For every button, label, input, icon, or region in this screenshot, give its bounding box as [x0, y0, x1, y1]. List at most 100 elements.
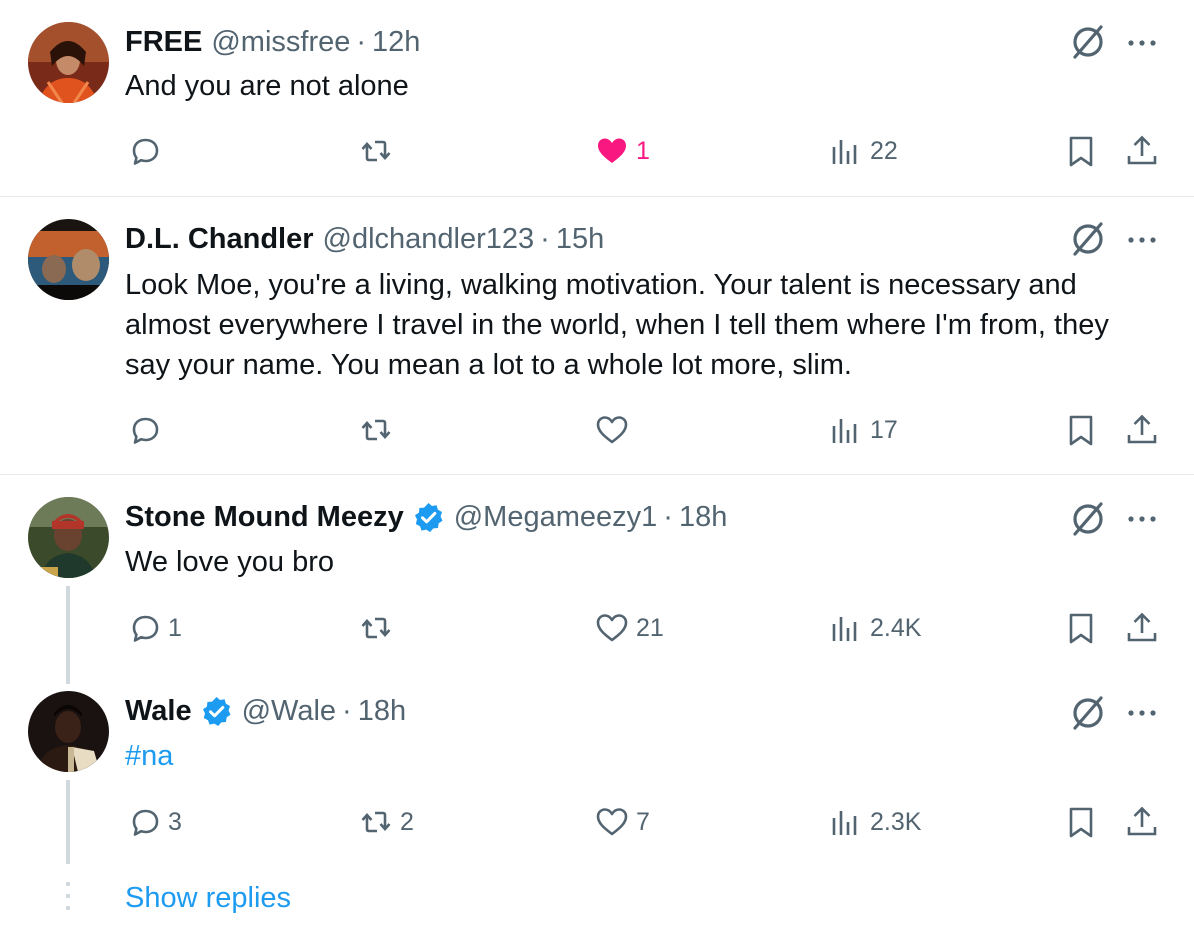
- tweet-free[interactable]: FREE @missfree · 12h And you are not alo…: [0, 0, 1194, 196]
- like-button[interactable]: 7: [594, 802, 650, 842]
- author-handle[interactable]: @dlchandler123: [323, 219, 535, 259]
- bar-chart-icon: [832, 140, 857, 164]
- more-options-icon[interactable]: [1124, 509, 1160, 529]
- bookmark-button[interactable]: [1063, 410, 1099, 450]
- reply-count: 3: [168, 807, 182, 836]
- retweet-arrows-icon: [361, 419, 391, 441]
- grok-icon[interactable]: [1068, 22, 1108, 62]
- tweet-actions: 1 21 2.4K: [0, 608, 1194, 648]
- share-button[interactable]: [1124, 608, 1160, 648]
- bar-chart-icon: [832, 617, 857, 641]
- tweet-text: Look Moe, you're a living, walking motiv…: [125, 269, 1109, 381]
- like-count: 1: [636, 136, 650, 165]
- heart-icon: [598, 138, 626, 163]
- bookmark-icon: [1069, 807, 1093, 838]
- heart-icon: [596, 808, 628, 836]
- grok-icon[interactable]: [1068, 693, 1108, 733]
- bookmark-button[interactable]: [1063, 802, 1099, 842]
- tweet-time[interactable]: 12h: [372, 22, 420, 62]
- tweet-header: Stone Mound Meezy @Megameezy1 · 18h: [125, 497, 727, 537]
- author-name[interactable]: Wale: [125, 691, 192, 731]
- thread-continuation: [66, 882, 70, 918]
- like-button[interactable]: [594, 410, 636, 450]
- tweet-header: D.L. Chandler @dlchandler123 · 15h: [125, 219, 604, 259]
- views-count: 22: [870, 136, 898, 165]
- separator-dot: ·: [356, 26, 367, 58]
- reply-button[interactable]: [126, 131, 168, 171]
- bookmark-button[interactable]: [1063, 608, 1099, 648]
- views-button[interactable]: 22: [828, 131, 898, 171]
- tweet-text: And you are not alone: [125, 70, 409, 102]
- retweet-button[interactable]: [358, 410, 400, 450]
- share-upload-icon: [1127, 612, 1157, 642]
- share-button[interactable]: [1124, 802, 1160, 842]
- retweet-arrows-icon: [361, 617, 391, 639]
- author-name[interactable]: Stone Mound Meezy: [125, 497, 404, 537]
- views-button[interactable]: 2.3K: [828, 802, 921, 842]
- tweet-time[interactable]: 15h: [556, 219, 604, 259]
- separator-dot: ·: [342, 695, 352, 727]
- bookmark-button[interactable]: [1063, 131, 1099, 171]
- separator-dot: ·: [540, 223, 550, 255]
- avatar[interactable]: [28, 691, 109, 772]
- retweet-button[interactable]: [358, 608, 400, 648]
- like-count: 21: [636, 613, 664, 642]
- speech-bubble-icon: [132, 615, 159, 642]
- views-button[interactable]: 2.4K: [828, 608, 921, 648]
- hashtag-link[interactable]: #na: [125, 736, 1155, 776]
- tweet-actions: 1 22: [0, 131, 1194, 171]
- tweet-dlchandler[interactable]: D.L. Chandler @dlchandler123 · 15h Look …: [0, 197, 1194, 473]
- heart-icon: [596, 416, 628, 444]
- share-button[interactable]: [1124, 410, 1160, 450]
- tweet-time[interactable]: 18h: [679, 497, 727, 537]
- retweet-button[interactable]: [358, 131, 400, 171]
- retweet-count: 2: [400, 807, 414, 836]
- verified-badge-icon: [412, 501, 445, 534]
- tweet-text: We love you bro: [125, 546, 335, 578]
- bookmark-icon: [1069, 613, 1093, 644]
- views-count: 17: [870, 415, 898, 444]
- author-handle[interactable]: @missfree: [211, 22, 350, 62]
- retweet-button[interactable]: 2: [358, 802, 414, 842]
- avatar[interactable]: [28, 497, 109, 578]
- bar-chart-icon: [832, 811, 857, 835]
- author-handle[interactable]: @Wale: [242, 691, 336, 731]
- tweet-header: FREE @missfree · 12h: [125, 22, 420, 62]
- verified-badge-icon: [200, 695, 233, 728]
- author-name[interactable]: FREE: [125, 22, 202, 62]
- heart-icon: [596, 614, 628, 642]
- reply-button[interactable]: 1: [126, 608, 182, 648]
- avatar[interactable]: [28, 219, 109, 300]
- tweet-actions: 3 2 7 2.3K: [0, 802, 1194, 842]
- views-count: 2.4K: [870, 613, 922, 642]
- more-options-icon[interactable]: [1124, 230, 1160, 250]
- more-options-icon[interactable]: [1124, 33, 1160, 53]
- bookmark-icon: [1069, 415, 1093, 446]
- more-options-icon[interactable]: [1124, 703, 1160, 723]
- show-replies-link[interactable]: Show replies: [125, 878, 291, 918]
- grok-icon[interactable]: [1068, 219, 1108, 259]
- author-handle[interactable]: @Megameezy1: [454, 497, 658, 537]
- speech-bubble-icon: [132, 138, 159, 165]
- reply-button[interactable]: [126, 410, 168, 450]
- speech-bubble-icon: [132, 417, 159, 444]
- like-button[interactable]: 1: [594, 131, 650, 171]
- author-name[interactable]: D.L. Chandler: [125, 219, 314, 259]
- like-count: 7: [636, 807, 650, 836]
- reply-button[interactable]: 3: [126, 802, 182, 842]
- tweet-wale[interactable]: Wale @Wale · 18h #na 3 2 7 2.3K: [0, 669, 1194, 869]
- speech-bubble-icon: [132, 809, 159, 836]
- tweet-time[interactable]: 18h: [358, 691, 406, 731]
- avatar[interactable]: [28, 22, 109, 103]
- bookmark-icon: [1069, 136, 1093, 167]
- share-upload-icon: [1127, 806, 1157, 836]
- like-button[interactable]: 21: [594, 608, 664, 648]
- share-button[interactable]: [1124, 131, 1160, 171]
- reply-count: 1: [168, 613, 182, 642]
- tweet-stonemoundmeezy[interactable]: Stone Mound Meezy @Megameezy1 · 18h We l…: [0, 475, 1194, 675]
- share-upload-icon: [1127, 135, 1157, 165]
- grok-icon[interactable]: [1068, 499, 1108, 539]
- retweet-arrows-icon: [361, 811, 391, 833]
- tweet-header: Wale @Wale · 18h: [125, 691, 406, 731]
- views-button[interactable]: 17: [828, 410, 898, 450]
